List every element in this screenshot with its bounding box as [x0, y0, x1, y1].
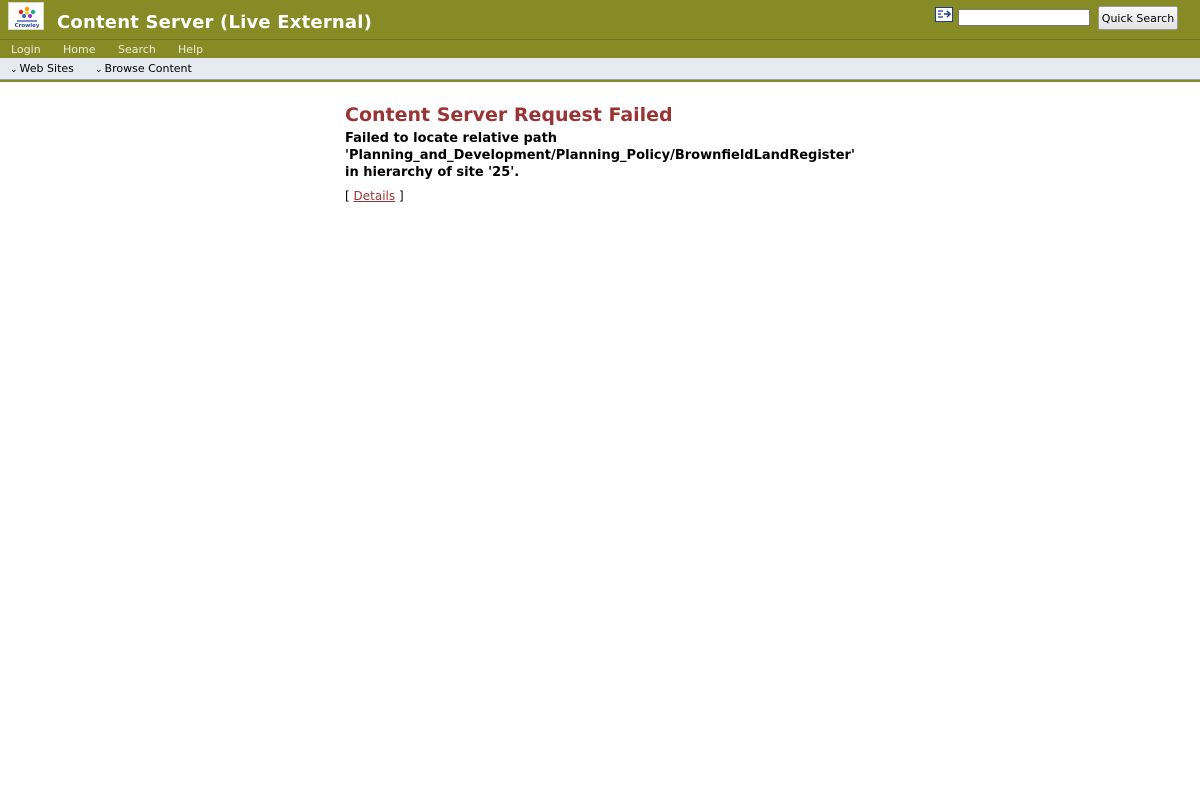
nav-web-sites-label: Web Sites: [19, 62, 74, 75]
crowley-logo[interactable]: Crowley: [8, 2, 44, 30]
menu-search[interactable]: Search: [118, 43, 156, 56]
chevron-down-icon: ⌄: [95, 65, 103, 75]
details-link[interactable]: Details: [354, 189, 396, 203]
error-title: Content Server Request Failed: [345, 104, 673, 126]
details-row: [ Details ]: [345, 189, 905, 203]
error-line-3: in hierarchy of site '25'.: [345, 165, 520, 180]
details-open-bracket: [: [345, 189, 350, 203]
quick-search-button[interactable]: Quick Search: [1098, 6, 1178, 30]
nav-browse-content[interactable]: ⌄ Browse Content: [95, 62, 192, 75]
nav-browse-content-label: Browse Content: [104, 62, 192, 75]
menu-home[interactable]: Home: [63, 43, 95, 56]
app-header: Crowley Content Server (Live External) Q…: [0, 0, 1200, 40]
sub-navigation: ⌄ Web Sites ⌄ Browse Content: [0, 58, 1200, 80]
menu-help[interactable]: Help: [178, 43, 203, 56]
chevron-down-icon: ⌄: [10, 65, 18, 75]
svg-text:Crowley: Crowley: [15, 23, 40, 29]
search-input[interactable]: [958, 9, 1090, 26]
error-line-2: 'Planning_and_Development/Planning_Polic…: [345, 148, 855, 163]
divider: [0, 80, 1200, 82]
nav-web-sites[interactable]: ⌄ Web Sites: [10, 62, 74, 75]
menu-bar: Login Home Search Help: [0, 40, 1200, 58]
error-panel: Content Server Request Failed Failed to …: [345, 103, 905, 203]
error-message: Failed to locate relative path 'Planning…: [345, 130, 905, 181]
details-close-bracket: ]: [398, 189, 404, 203]
menu-login[interactable]: Login: [11, 43, 41, 56]
search-options-icon[interactable]: [935, 7, 953, 22]
error-line-1: Failed to locate relative path: [345, 131, 558, 146]
app-title: Content Server (Live External): [57, 12, 373, 33]
